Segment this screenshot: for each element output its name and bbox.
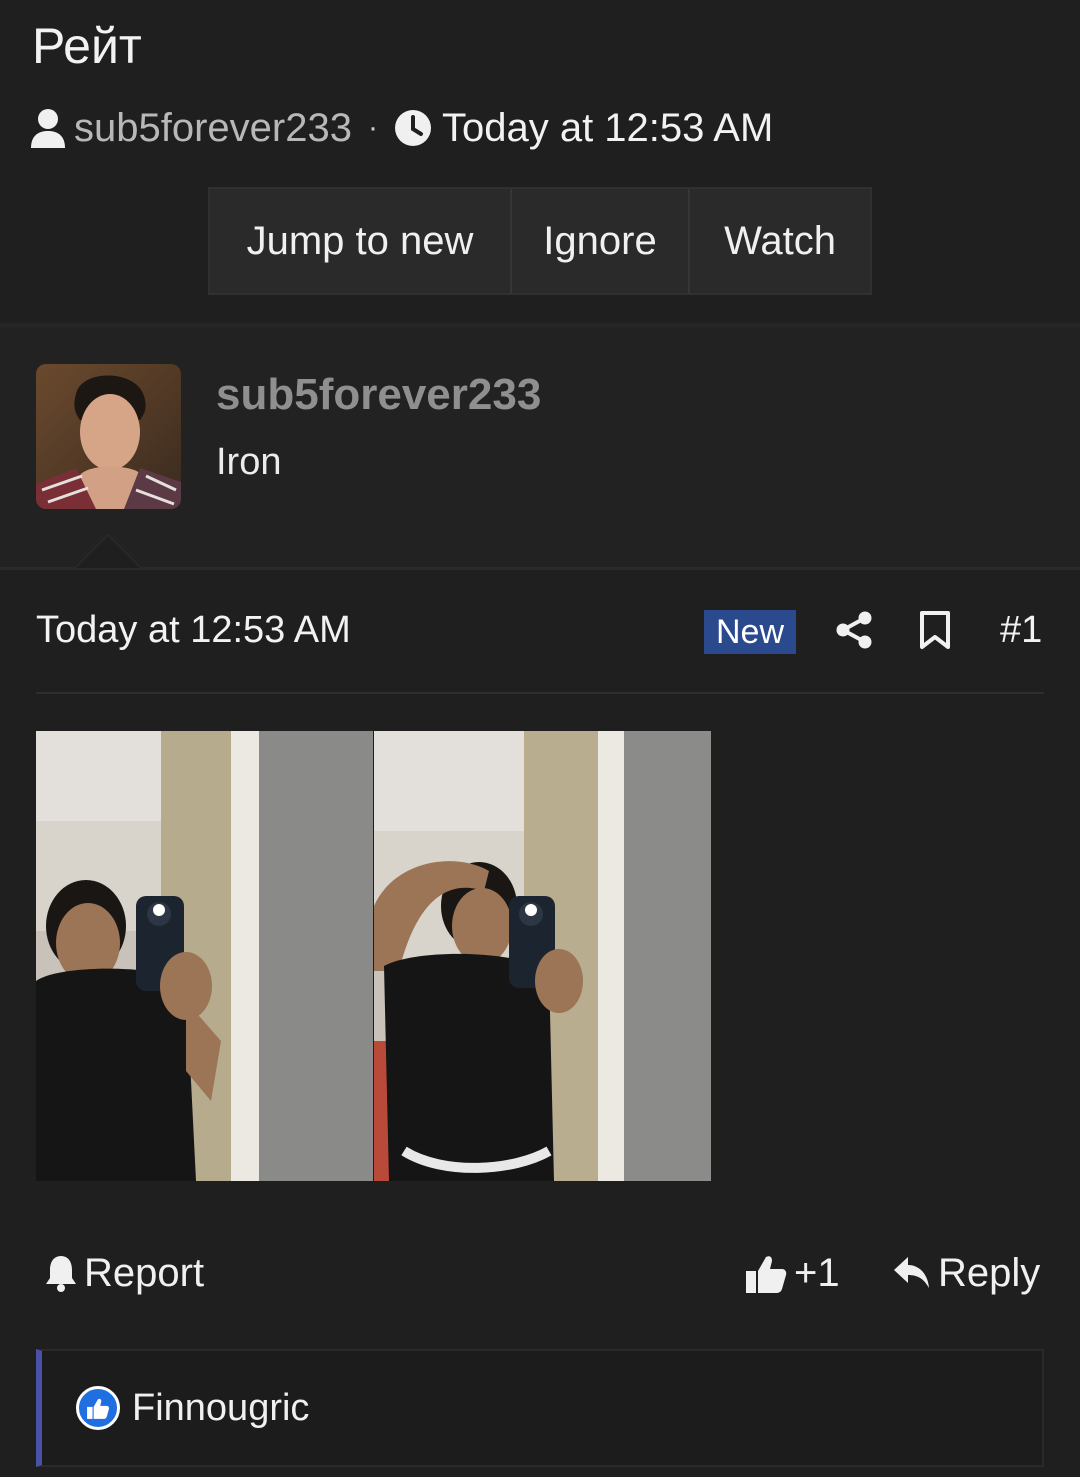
reactor-name[interactable]: Finnougric <box>132 1387 309 1430</box>
post-username[interactable]: sub5forever233 <box>216 367 541 423</box>
thread-actions: Jump to new Ignore Watch <box>208 187 872 295</box>
jump-to-new-button[interactable]: Jump to new <box>210 189 512 293</box>
like-count: +1 <box>794 1251 840 1295</box>
thread-meta: sub5forever233 · Today at 12:53 AM <box>30 100 773 156</box>
bell-icon <box>46 1256 76 1292</box>
like-reaction-icon <box>76 1386 120 1430</box>
new-badge: New <box>704 610 796 654</box>
ignore-button[interactable]: Ignore <box>512 189 690 293</box>
post-attachments <box>36 731 711 1181</box>
divider <box>0 567 1080 570</box>
attachment-image[interactable] <box>374 731 711 1181</box>
avatar[interactable] <box>36 364 181 509</box>
share-icon[interactable] <box>834 610 874 650</box>
attachment-image[interactable] <box>36 731 373 1181</box>
user-icon <box>31 109 65 148</box>
thread-author-link[interactable]: sub5forever233 <box>74 100 352 156</box>
user-arrow-fill <box>76 536 140 568</box>
user-title: Iron <box>216 441 282 483</box>
reply-label: Reply <box>938 1251 1041 1295</box>
report-button[interactable]: Report <box>44 1245 204 1301</box>
like-button[interactable]: +1 <box>744 1245 840 1301</box>
report-label: Report <box>84 1251 205 1295</box>
reply-button[interactable]: Reply <box>892 1245 1040 1301</box>
reactions-bar[interactable]: Finnougric <box>36 1349 1044 1467</box>
divider <box>36 692 1044 694</box>
meta-separator: · <box>367 111 378 144</box>
post-number-link[interactable]: #1 <box>1000 605 1042 655</box>
thumbs-up-icon <box>746 1256 787 1293</box>
thread-time[interactable]: Today at 12:53 AM <box>442 100 773 156</box>
post-time[interactable]: Today at 12:53 AM <box>36 605 351 655</box>
post-user-block: sub5forever233 Iron <box>0 327 1080 567</box>
reply-icon <box>894 1257 929 1288</box>
thread-header: Рейт sub5forever233 · Today at 12:53 AM … <box>0 0 1080 325</box>
watch-button[interactable]: Watch <box>690 189 870 293</box>
thread-title: Рейт <box>32 18 142 74</box>
clock-icon <box>394 110 431 146</box>
bookmark-icon[interactable] <box>918 610 952 650</box>
